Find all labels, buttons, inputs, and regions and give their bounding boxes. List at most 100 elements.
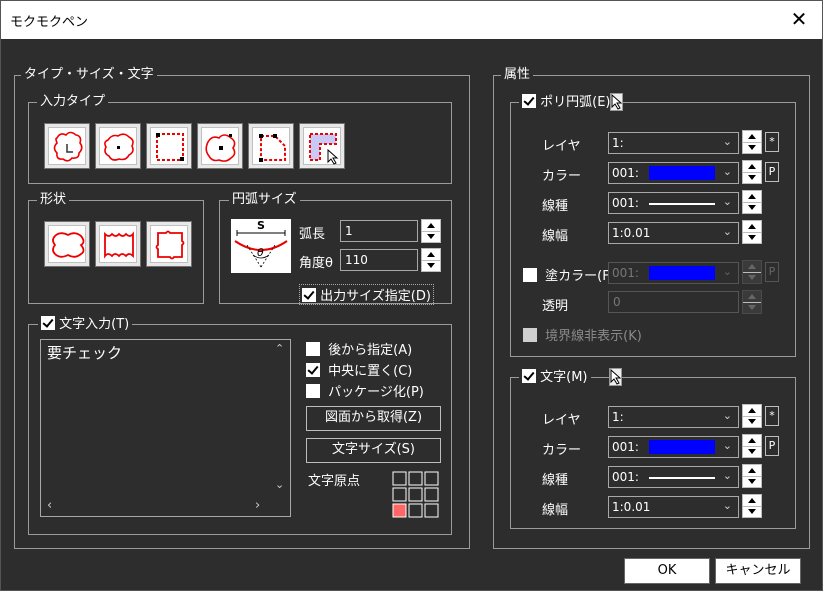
close-icon[interactable]: ✕ — [788, 8, 810, 30]
text-color-p-button[interactable]: P — [765, 436, 779, 456]
chevron-down-icon[interactable]: ⌄ — [723, 225, 732, 238]
shape-round-button[interactable] — [44, 221, 90, 267]
chevron-down-icon[interactable]: ⌄ — [723, 195, 732, 208]
get-from-drawing-button[interactable]: 図面から取得(Z) — [306, 406, 441, 431]
wave-cloud-shape-icon — [104, 231, 134, 259]
text-layer-spinner[interactable] — [742, 404, 762, 428]
chevron-down-icon[interactable]: ⌄ — [723, 265, 732, 278]
output-size-checkbox[interactable]: 出力サイズ指定(D) — [299, 284, 434, 305]
spin-up-icon[interactable] — [427, 223, 435, 228]
input-type-polygon-button[interactable] — [197, 123, 243, 169]
text-linetype-select[interactable]: 001: ⌄ — [608, 466, 739, 488]
poly-layer-spinner[interactable] — [742, 130, 762, 154]
scroll-up-icon[interactable]: ⌃ — [275, 342, 284, 355]
pick-cursor-icon[interactable] — [610, 93, 623, 111]
poly-linetype-spinner[interactable] — [742, 190, 762, 214]
fill-color-p-button[interactable]: P — [765, 262, 779, 282]
text-linewidth-spinner[interactable] — [742, 494, 762, 518]
output-size-check-icon[interactable] — [302, 288, 316, 302]
poly-arc-toggle[interactable]: ポリ円弧(E) — [519, 94, 614, 111]
chevron-down-icon[interactable]: ⌄ — [723, 409, 732, 422]
text-layer-star-button[interactable]: * — [765, 406, 779, 426]
vertical-scrollbar[interactable]: ⌃ ⌄ — [270, 340, 290, 498]
poly-layer-select[interactable]: 1: ⌄ — [608, 132, 739, 154]
center-checkbox[interactable]: 中央に置く(C) — [306, 360, 412, 379]
transparency-spinner[interactable] — [742, 290, 762, 314]
poly-linetype-select[interactable]: 001: ⌄ — [608, 192, 739, 214]
poly-arc-check-icon[interactable] — [522, 94, 536, 108]
text-linewidth-value: 1:0.01 — [612, 500, 651, 514]
package-check-icon[interactable] — [306, 384, 320, 398]
specify-later-checkbox[interactable]: 後から指定(A) — [306, 339, 412, 358]
fill-color-spinner[interactable] — [742, 260, 762, 284]
poly-layer-star-button[interactable]: * — [765, 132, 779, 152]
poly-arc-label: ポリ円弧(E) — [540, 95, 611, 110]
input-type-circle-button[interactable] — [95, 123, 141, 169]
poly-linewidth-spinner[interactable] — [742, 220, 762, 244]
scroll-right-icon[interactable]: › — [255, 498, 260, 513]
input-type-rect-button[interactable] — [146, 123, 192, 169]
text-attr-check-icon[interactable] — [522, 369, 536, 383]
round-cloud-shape-icon — [52, 232, 85, 258]
arc-angle-spinner[interactable] — [421, 248, 441, 272]
text-origin-grid[interactable] — [392, 471, 440, 519]
text-linewidth-select[interactable]: 1:0.01 ⌄ — [608, 496, 739, 518]
poly-color-value: 001: — [612, 166, 639, 180]
chevron-down-icon[interactable]: ⌄ — [723, 135, 732, 148]
chevron-down-icon[interactable]: ⌄ — [723, 165, 732, 178]
input-type-corner-button[interactable] — [299, 123, 345, 169]
type-size-text-title: タイプ・サイズ・文字 — [21, 67, 157, 83]
rect-cloud-icon — [156, 133, 184, 161]
spin-up-icon[interactable] — [427, 252, 435, 257]
text-content-value: 要チェック — [47, 344, 123, 362]
package-checkbox[interactable]: パッケージ化(P) — [306, 381, 424, 400]
text-input-toggle[interactable]: 文字入力(T) — [38, 316, 133, 333]
poly-linewidth-select[interactable]: 1:0.01 ⌄ — [608, 222, 739, 244]
text-input-check-icon[interactable] — [41, 316, 55, 330]
text-layer-select[interactable]: 1: ⌄ — [608, 406, 739, 428]
dialog-window: モクモクペン ✕ タイプ・サイズ・文字 入力タイプ 形状 円弧サイズ S θ 弧… — [0, 0, 823, 591]
poly-color-p-button[interactable]: P — [765, 162, 779, 182]
shape-bumpy-button[interactable] — [146, 221, 192, 267]
line-sample — [649, 477, 715, 479]
chevron-down-icon[interactable]: ⌄ — [723, 469, 732, 482]
center-check-icon[interactable] — [306, 363, 320, 377]
scroll-down-icon[interactable]: ⌄ — [275, 478, 284, 491]
specify-later-check-icon[interactable] — [306, 342, 320, 356]
hide-border-check-icon[interactable] — [523, 328, 537, 342]
arc-length-spinner[interactable] — [421, 219, 441, 243]
pick-cursor-icon[interactable] — [609, 368, 622, 386]
scroll-left-icon[interactable]: ‹ — [47, 498, 52, 513]
input-type-freeform-button[interactable] — [248, 123, 294, 169]
arc-length-input[interactable]: 1 — [340, 220, 418, 242]
text-size-button[interactable]: 文字サイズ(S) — [306, 438, 441, 463]
hide-border-checkbox[interactable]: 境界線非表示(K) — [523, 325, 642, 344]
fill-color-select[interactable]: 001: ⌄ — [608, 262, 739, 284]
chevron-down-icon[interactable]: ⌄ — [723, 439, 732, 452]
arc-angle-input[interactable]: 110 — [340, 249, 418, 271]
spin-down-icon[interactable] — [427, 234, 435, 239]
text-color-select[interactable]: 001: ⌄ — [608, 436, 739, 458]
spin-down-icon[interactable] — [427, 263, 435, 268]
horizontal-scrollbar[interactable]: ‹ › — [41, 498, 270, 516]
ok-button[interactable]: OK — [624, 558, 710, 584]
poly-color-spinner[interactable] — [742, 160, 762, 184]
transparency-input[interactable]: 0 — [608, 291, 739, 313]
shape-wave-button[interactable] — [95, 221, 141, 267]
fill-color-value: 001: — [612, 266, 639, 280]
line-sample — [649, 203, 715, 205]
chevron-down-icon[interactable]: ⌄ — [723, 499, 732, 512]
text-attr-toggle[interactable]: 文字(M) — [519, 369, 591, 386]
fill-color-check-icon[interactable] — [523, 268, 537, 282]
title-bar: モクモクペン ✕ — [1, 1, 822, 39]
text-content-area[interactable]: 要チェック ⌃ ⌄ ‹ › — [40, 339, 291, 517]
text-color-spinner[interactable] — [742, 434, 762, 458]
poly-color-select[interactable]: 001: ⌄ — [608, 162, 739, 184]
text-linetype-spinner[interactable] — [742, 464, 762, 488]
fill-color-checkbox[interactable]: 塗カラー(F) — [523, 265, 615, 284]
text-origin-grid-icon[interactable] — [392, 471, 440, 519]
cancel-button[interactable]: キャンセル — [715, 558, 801, 584]
arc-length-value: 1 — [345, 224, 353, 238]
poly-linetype-label: 線種 — [542, 199, 569, 214]
input-type-freehand-button[interactable] — [44, 123, 90, 169]
